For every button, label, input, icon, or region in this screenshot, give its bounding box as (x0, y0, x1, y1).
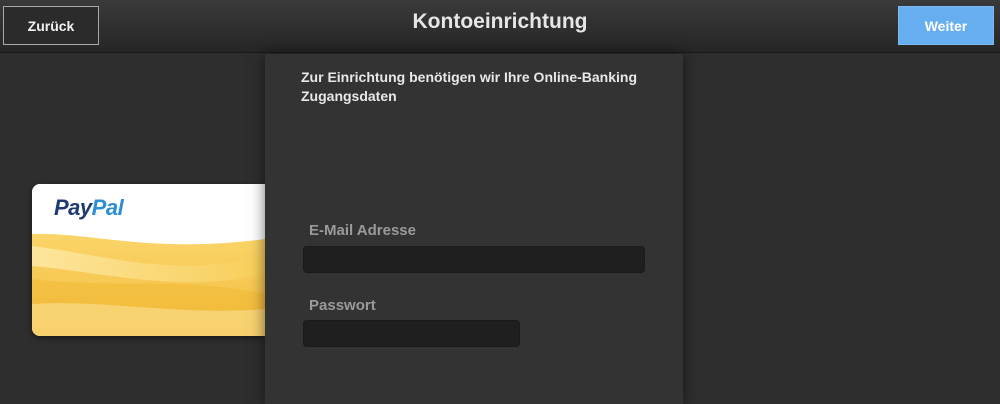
login-panel: Zur Einrichtung benötigen wir Ihre Onlin… (265, 54, 683, 404)
password-label: Passwort (309, 297, 376, 314)
paypal-card: PayPal (32, 184, 265, 336)
brand-pal-text: Pal (91, 195, 124, 220)
brand-pay-text: Pay (54, 195, 92, 220)
email-label: E-Mail Adresse (309, 222, 416, 239)
paypal-logo: PayPal (54, 195, 124, 221)
next-button[interactable]: Weiter (898, 6, 994, 45)
app-window: Zurück Kontoeinrichtung Weiter PayPal Zu… (0, 0, 1000, 404)
email-field[interactable] (303, 246, 645, 273)
page-title: Kontoeinrichtung (412, 10, 588, 33)
password-field[interactable] (303, 320, 520, 347)
top-bar: Zurück Kontoeinrichtung Weiter (0, 0, 1000, 53)
intro-text: Zur Einrichtung benötigen wir Ihre Onlin… (301, 69, 638, 104)
